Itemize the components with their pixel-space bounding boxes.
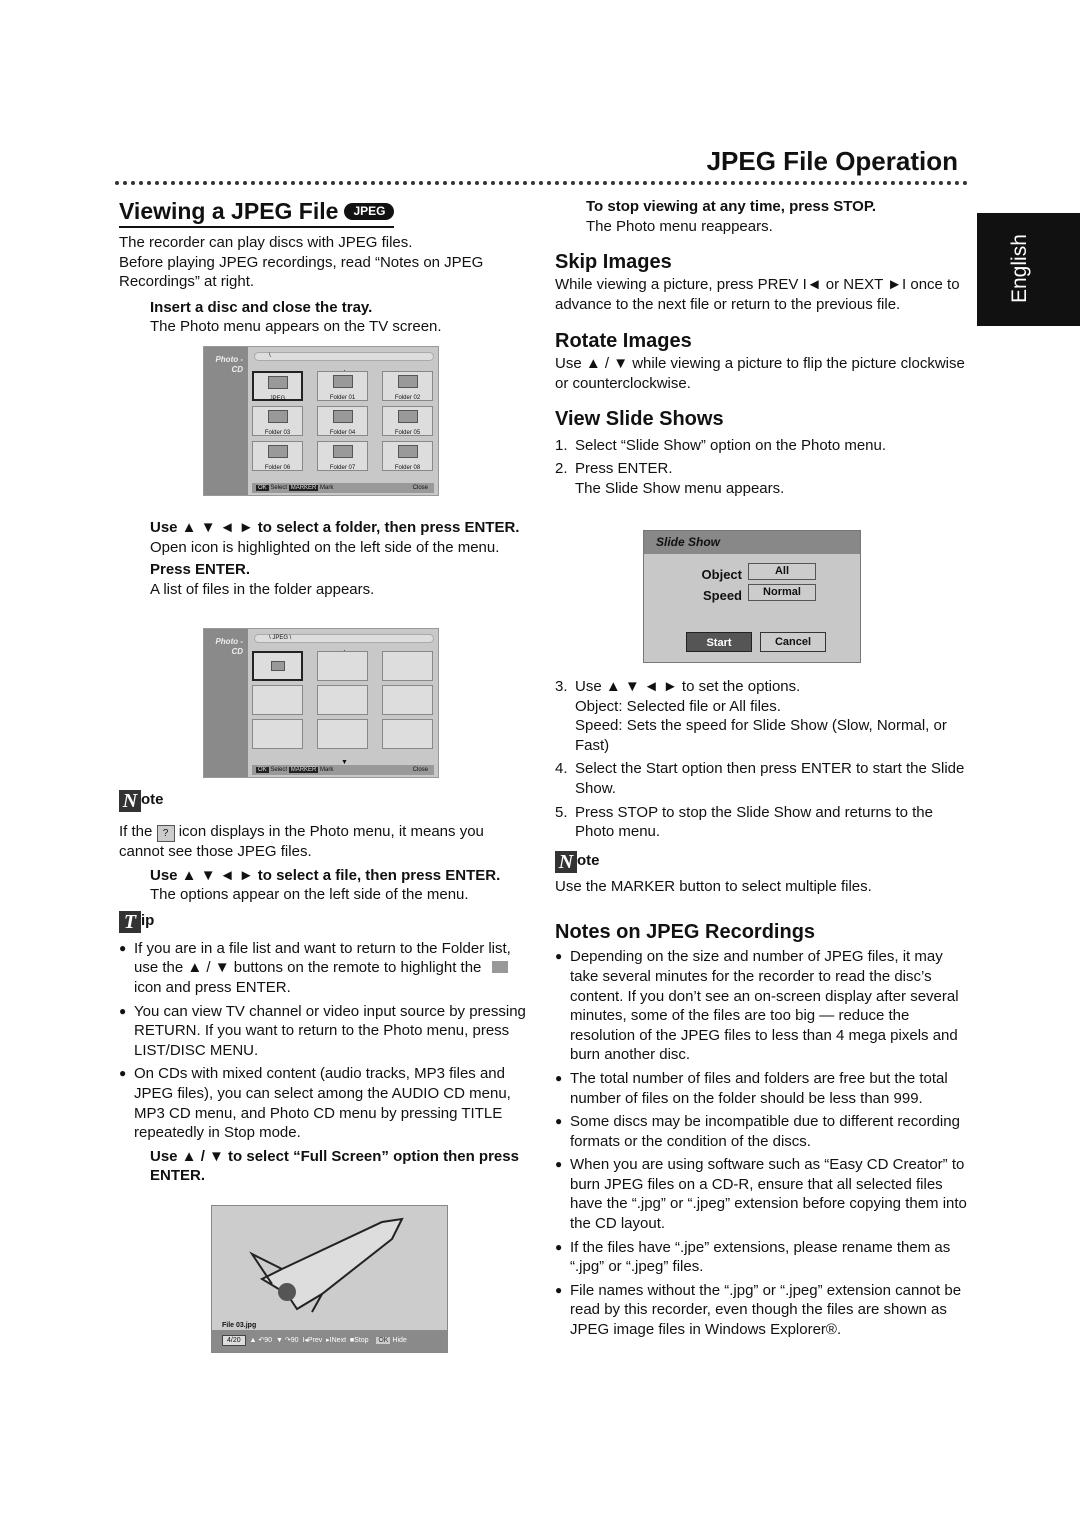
note-item: Some discs may be incompatible due to di… bbox=[555, 1112, 967, 1151]
step-5: Use ▲ / ▼ to select “Full Screen” option… bbox=[150, 1147, 519, 1185]
folder-item[interactable]: Folder 04 bbox=[317, 406, 368, 436]
menu-help-bar: OK Select MARKER Mark Close bbox=[252, 483, 434, 493]
note-icon: N bbox=[119, 790, 141, 812]
folder-item[interactable]: Folder 07 bbox=[317, 441, 368, 471]
menu-help-bar: OK Select MARKER Mark Close bbox=[252, 765, 434, 775]
file-thumbnail[interactable] bbox=[252, 685, 303, 715]
object-select[interactable]: All bbox=[748, 563, 816, 580]
photo-menu-folders: Photo -CD \ ▲ JPEG Folder 01 Folder 02 F… bbox=[203, 346, 439, 496]
close-button[interactable]: Close bbox=[413, 765, 428, 775]
full-screen-viewer: File 03.jpg 4/20 ▲ ↶90 ▼ ↷90 I◂Prev ▸INe… bbox=[211, 1205, 448, 1353]
section-title: Viewing a JPEG File JPEG bbox=[119, 197, 395, 228]
folder-item[interactable]: JPEG bbox=[252, 371, 303, 402]
note-text: If the ? icon displays in the Photo menu… bbox=[119, 823, 484, 860]
note-item: If the files have “.jpe” extensions, ple… bbox=[555, 1238, 967, 1277]
file-thumbnail[interactable] bbox=[382, 719, 433, 749]
file-thumbnail[interactable] bbox=[317, 685, 368, 715]
step-2: Use ▲ ▼ ◄ ► to select a folder, then pre… bbox=[150, 519, 520, 536]
step-1: Insert a disc and close the tray. bbox=[150, 298, 373, 316]
slide-step: 3. Use ▲ ▼ ◄ ► to set the options. Object:… bbox=[555, 678, 947, 754]
note-item: File names without the “.jpg” or “.jpeg”… bbox=[555, 1281, 967, 1340]
next-button[interactable]: ▸INext bbox=[326, 1337, 346, 1344]
start-button[interactable]: Start bbox=[686, 632, 752, 652]
notes-heading: Notes on JPEG Recordings bbox=[555, 921, 816, 944]
tip-heading: Tip bbox=[119, 910, 529, 933]
note-heading: Note bbox=[119, 790, 529, 812]
close-button[interactable]: Close bbox=[413, 483, 428, 493]
tip-icon: T bbox=[119, 910, 141, 933]
folder-item[interactable]: Folder 01 bbox=[317, 371, 368, 401]
note-item: When you are using software such as “Eas… bbox=[555, 1155, 967, 1233]
page-title: JPEG File Operation bbox=[706, 146, 958, 176]
folder-item[interactable]: Folder 08 bbox=[382, 441, 433, 471]
stop-instruction: To stop viewing at any time, press STOP. bbox=[586, 198, 877, 215]
note-item: The total number of files and folders ar… bbox=[555, 1069, 967, 1108]
slide-step: 4. Select the Start option then press ENT… bbox=[555, 760, 965, 797]
slide-show-dialog: Slide Show Object Speed All Normal Start… bbox=[643, 530, 861, 663]
jpeg-badge: JPEG bbox=[344, 203, 395, 220]
unknown-file-icon: ? bbox=[156, 825, 175, 842]
viewer-control-bar: 4/20 ▲ ↶90 ▼ ↷90 I◂Prev ▸INext ■Stop OK … bbox=[212, 1330, 447, 1352]
parent-folder-item[interactable] bbox=[252, 651, 303, 681]
step-3: Press ENTER. bbox=[150, 561, 251, 579]
folder-item[interactable]: Folder 06 bbox=[252, 441, 303, 471]
rotate-images-heading: Rotate Images bbox=[555, 330, 692, 353]
slide-step: 1. Select “Slide Show” option on the Phot… bbox=[555, 436, 887, 454]
cancel-button[interactable]: Cancel bbox=[760, 632, 826, 652]
parent-folder-icon bbox=[491, 961, 508, 974]
file-thumbnail[interactable] bbox=[317, 651, 368, 681]
slide-step: 2. Press ENTER. The Slide Show menu appear… bbox=[555, 460, 785, 497]
file-thumbnail[interactable] bbox=[382, 685, 433, 715]
photo-menu-files: Photo -CD \ JPEG \ ▲ ▼ OK Select MARKER … bbox=[203, 628, 439, 778]
file-thumbnail[interactable] bbox=[382, 651, 433, 681]
file-thumbnail[interactable] bbox=[252, 719, 303, 749]
folder-item[interactable]: Folder 05 bbox=[382, 406, 433, 436]
note-heading: Note bbox=[555, 850, 967, 873]
speed-select[interactable]: Normal bbox=[748, 584, 816, 601]
slide-step: 5. Press STOP to stop the Slide Show and … bbox=[555, 803, 933, 841]
note-item: Depending on the size and number of JPEG… bbox=[555, 947, 967, 1065]
file-counter: 4/20 bbox=[222, 1335, 246, 1346]
step-4: Use ▲ ▼ ◄ ► to select a file, then press… bbox=[150, 866, 501, 884]
stop-button[interactable]: ■Stop bbox=[350, 1337, 369, 1344]
tip-item: You can view TV channel or video input s… bbox=[119, 1002, 529, 1061]
folder-item[interactable]: Folder 03 bbox=[252, 406, 303, 436]
skip-images-heading: Skip Images bbox=[555, 251, 672, 274]
tip-item: On CDs with mixed content (audio tracks,… bbox=[119, 1064, 529, 1142]
language-tab: English bbox=[977, 213, 1080, 326]
intro: The recorder can play discs with JPEG fi… bbox=[119, 234, 484, 291]
file-thumbnail[interactable] bbox=[317, 719, 368, 749]
shuttle-image bbox=[249, 1217, 404, 1313]
hide-button[interactable]: Hide bbox=[392, 1337, 406, 1344]
tip-item: If you are in a file list and want to re… bbox=[119, 939, 529, 998]
folder-item[interactable]: Folder 02 bbox=[382, 371, 433, 401]
language-label: English bbox=[1008, 234, 1031, 303]
prev-button[interactable]: I◂Prev bbox=[302, 1337, 322, 1344]
dotted-divider bbox=[115, 181, 968, 185]
note-icon: N bbox=[555, 850, 577, 873]
slide-shows-heading: View Slide Shows bbox=[555, 407, 724, 430]
